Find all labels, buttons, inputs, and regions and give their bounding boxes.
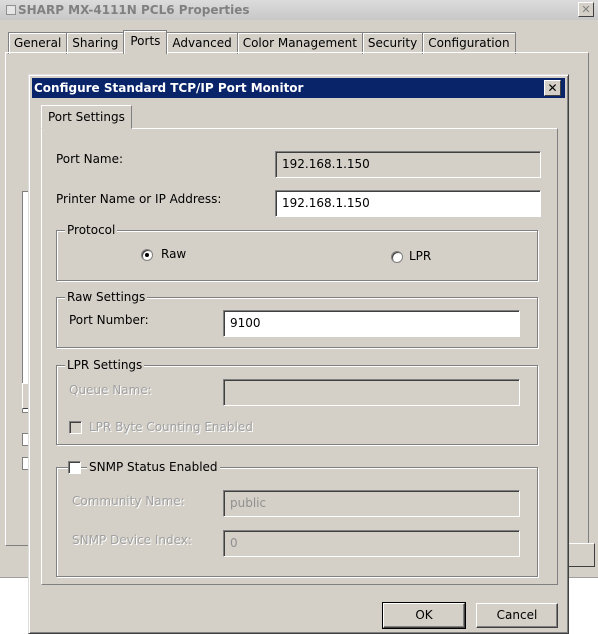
port-name-field[interactable]: 192.168.1.150 bbox=[275, 151, 541, 178]
lpr-byte-counting-label: LPR Byte Counting Enabled bbox=[89, 420, 253, 434]
dialog-title-bar: Configure Standard TCP/IP Port Monitor ✕ bbox=[32, 78, 565, 98]
tab-configuration[interactable]: Configuration bbox=[422, 32, 516, 54]
port-name-label: Port Name: bbox=[56, 152, 124, 166]
snmp-device-index-label: SNMP Device Index: bbox=[72, 533, 192, 547]
tab-color-management[interactable]: Color Management bbox=[236, 32, 363, 54]
raw-settings-group: Raw Settings Port Number: 9100 bbox=[56, 290, 538, 348]
printer-icon bbox=[6, 5, 16, 15]
tab-sharing[interactable]: Sharing bbox=[66, 32, 125, 54]
snmp-device-index-field[interactable]: 0 bbox=[223, 530, 520, 557]
printer-name-label: Printer Name or IP Address: bbox=[56, 192, 222, 206]
tab-advanced[interactable]: Advanced bbox=[166, 32, 238, 54]
snmp-group: SNMP Status Enabled Community Name: publ… bbox=[56, 460, 538, 577]
outer-tab-strip: General Sharing Ports Advanced Color Managem… bbox=[8, 30, 516, 54]
tab-security[interactable]: Security bbox=[361, 32, 424, 54]
configure-port-dialog: Configure Standard TCP/IP Port Monitor ✕… bbox=[28, 74, 569, 634]
outer-title-bar: SHARP MX-4111N PCL6 Properties ✕ bbox=[0, 0, 598, 20]
protocol-group: Protocol Raw LPR bbox=[56, 223, 538, 281]
lpr-settings-title: LPR Settings bbox=[65, 358, 145, 372]
printer-name-field[interactable]: 192.168.1.150 bbox=[275, 190, 541, 217]
lpr-label[interactable]: LPR bbox=[409, 249, 431, 263]
tab-general[interactable]: General bbox=[8, 32, 68, 54]
dialog-title: Configure Standard TCP/IP Port Monitor bbox=[34, 81, 304, 95]
queue-name-label: Queue Name: bbox=[69, 383, 152, 397]
lpr-radio[interactable] bbox=[391, 251, 403, 263]
lpr-settings-group: LPR Settings Queue Name: LPR Byte Counti… bbox=[56, 358, 538, 445]
community-name-field[interactable]: public bbox=[223, 490, 520, 517]
ok-button[interactable]: OK bbox=[382, 602, 466, 629]
outer-apply-button-edge[interactable] bbox=[567, 543, 595, 567]
tab-port-settings[interactable]: Port Settings bbox=[41, 105, 132, 129]
raw-radio[interactable] bbox=[141, 249, 153, 261]
port-number-label: Port Number: bbox=[69, 313, 149, 327]
raw-settings-title: Raw Settings bbox=[65, 290, 148, 304]
queue-name-field[interactable] bbox=[223, 379, 520, 406]
lpr-byte-counting-checkbox[interactable] bbox=[69, 421, 82, 434]
port-settings-panel: Port Name: 192.168.1.150 Printer Name or… bbox=[41, 128, 558, 585]
dialog-close-button[interactable]: ✕ bbox=[544, 80, 561, 96]
community-name-label: Community Name: bbox=[72, 494, 185, 508]
outer-close-button[interactable]: ✕ bbox=[578, 2, 594, 17]
snmp-enabled-label[interactable]: SNMP Status Enabled bbox=[87, 460, 220, 474]
port-number-field[interactable]: 9100 bbox=[223, 310, 520, 337]
snmp-enabled-checkbox[interactable] bbox=[68, 461, 81, 474]
tab-ports[interactable]: Ports bbox=[123, 30, 168, 54]
cancel-button[interactable]: Cancel bbox=[476, 603, 558, 628]
protocol-group-title: Protocol bbox=[65, 223, 118, 237]
outer-window-title: SHARP MX-4111N PCL6 Properties bbox=[18, 3, 250, 17]
raw-label[interactable]: Raw bbox=[161, 247, 186, 261]
